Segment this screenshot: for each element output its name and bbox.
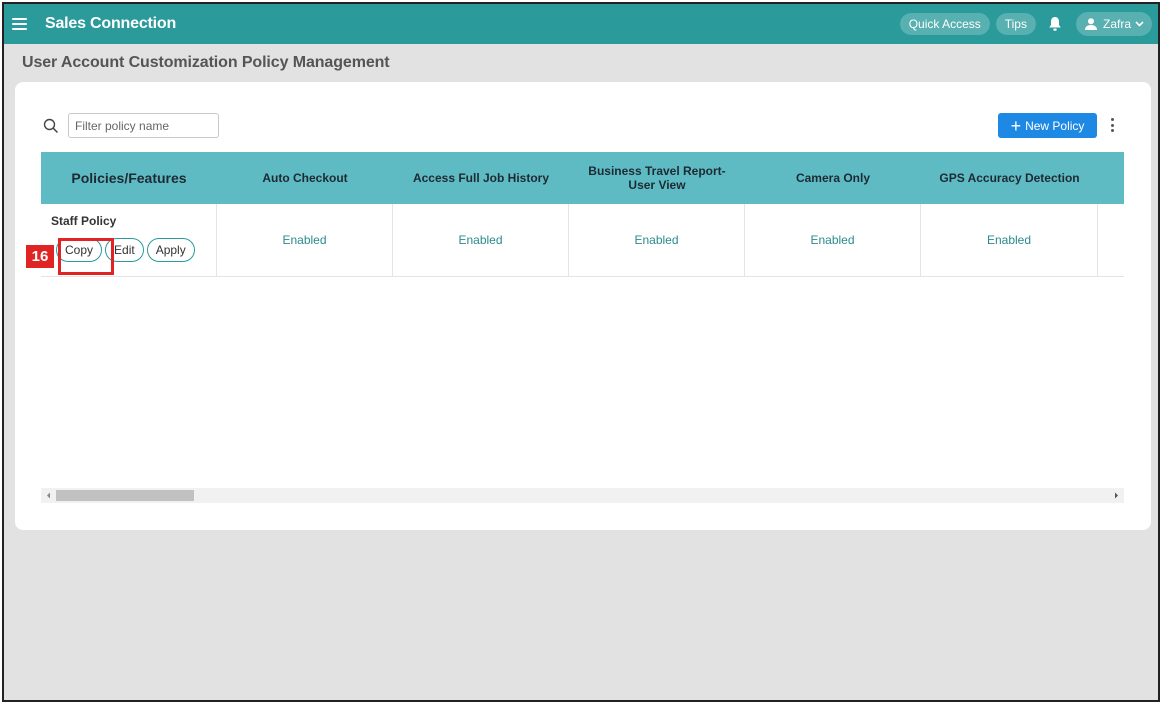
feature-status-cell: Enabled bbox=[217, 204, 393, 276]
feature-status-cell: Enabled bbox=[393, 204, 569, 276]
column-header[interactable]: Camera Only bbox=[745, 152, 921, 204]
more-options-icon[interactable] bbox=[1108, 115, 1116, 135]
table-header: Policies/Features Auto Checkout Access F… bbox=[41, 152, 1124, 204]
policy-name: Staff Policy bbox=[51, 214, 117, 228]
policy-card: + New Policy Policies/Features Auto Chec… bbox=[15, 82, 1151, 530]
row-actions: Copy Edit Apply bbox=[56, 238, 216, 262]
scrollbar-thumb[interactable] bbox=[56, 490, 194, 501]
filter-policy-input[interactable] bbox=[68, 113, 219, 138]
user-icon bbox=[1084, 18, 1097, 30]
table-row: Staff Policy Copy Edit Apply Enabled Ena… bbox=[41, 204, 1124, 277]
chevron-down-icon bbox=[1135, 21, 1144, 27]
top-bar: Sales Connection Quick Access Tips Zafra bbox=[4, 4, 1158, 44]
column-header[interactable]: Business Travel Report-User View bbox=[569, 152, 745, 204]
new-policy-button[interactable]: + New Policy bbox=[998, 113, 1097, 138]
app-title[interactable]: Sales Connection bbox=[45, 15, 176, 33]
policy-table: Policies/Features Auto Checkout Access F… bbox=[41, 152, 1124, 488]
user-name: Zafra bbox=[1102, 17, 1131, 31]
feature-status-cell: Enabled bbox=[745, 204, 921, 276]
tips-button[interactable]: Tips bbox=[995, 13, 1036, 35]
copy-button[interactable]: Copy bbox=[56, 238, 103, 262]
feature-status-cell: Enabled bbox=[921, 204, 1098, 276]
plus-icon: + bbox=[1010, 115, 1022, 136]
column-header[interactable]: Access Full Job History bbox=[393, 152, 569, 204]
menu-icon[interactable] bbox=[12, 18, 27, 30]
step-number-badge: 16 bbox=[26, 245, 54, 268]
scroll-right-icon[interactable] bbox=[1109, 488, 1124, 503]
app-window: Sales Connection Quick Access Tips Zafra… bbox=[2, 2, 1160, 702]
user-menu[interactable]: Zafra bbox=[1075, 12, 1152, 36]
column-header[interactable]: Auto Checkout bbox=[217, 152, 393, 204]
new-policy-label: New Policy bbox=[1025, 118, 1085, 133]
scroll-left-icon[interactable] bbox=[41, 488, 56, 503]
apply-button[interactable]: Apply bbox=[146, 238, 195, 262]
search-icon[interactable] bbox=[43, 118, 59, 134]
bell-icon[interactable] bbox=[1044, 13, 1066, 35]
column-header[interactable]: Policies/Features bbox=[41, 152, 217, 204]
column-header[interactable]: GPS Accuracy Detection bbox=[921, 152, 1098, 204]
edit-button[interactable]: Edit bbox=[105, 238, 144, 262]
quick-access-button[interactable]: Quick Access bbox=[899, 13, 990, 35]
policy-cell: Staff Policy Copy Edit Apply bbox=[41, 204, 217, 276]
horizontal-scrollbar[interactable] bbox=[41, 488, 1124, 503]
filter-row bbox=[43, 113, 219, 138]
top-right-controls: Quick Access Tips Zafra bbox=[899, 12, 1152, 36]
feature-status-cell: Enabled bbox=[569, 204, 745, 276]
page-title: User Account Customization Policy Manage… bbox=[22, 54, 390, 71]
